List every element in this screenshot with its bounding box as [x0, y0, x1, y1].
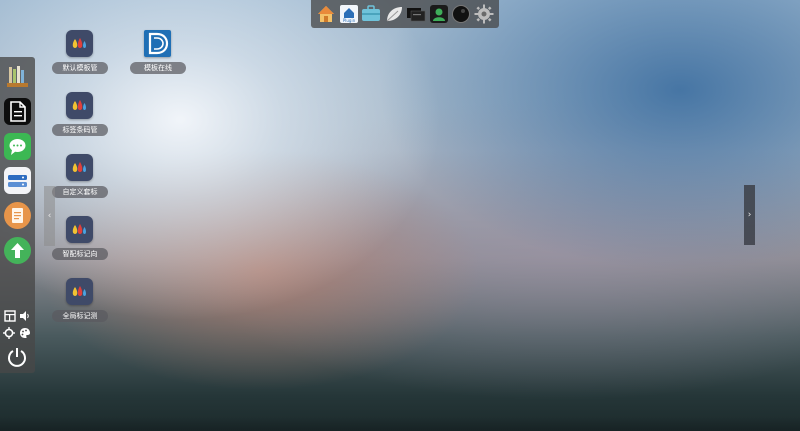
desktop-icon-label: 自定义套标	[52, 186, 108, 198]
next-page-button[interactable]: ›	[744, 185, 755, 245]
user-icon[interactable]	[429, 3, 449, 25]
drive-icon[interactable]	[4, 167, 31, 194]
color-drops-icon	[66, 92, 93, 119]
volume-icon[interactable]	[19, 310, 31, 322]
chat-icon[interactable]	[4, 133, 31, 160]
home-icon[interactable]	[316, 3, 336, 25]
moon-icon[interactable]	[451, 3, 471, 25]
layout-icon[interactable]	[4, 310, 16, 322]
color-drops-icon	[66, 216, 93, 243]
color-drops-icon	[66, 154, 93, 181]
desktop-icon-label-barcode[interactable]: 标签条码管	[50, 92, 110, 150]
power-icon[interactable]	[6, 346, 28, 368]
desktop-icon-template-online[interactable]: 模板在线	[128, 30, 188, 88]
color-drops-icon	[66, 278, 93, 305]
leaf-icon[interactable]	[384, 3, 404, 25]
color-drops-icon	[66, 30, 93, 57]
desktop-icon-default-template[interactable]: 默认模板管	[50, 30, 110, 88]
document-icon[interactable]	[4, 98, 31, 125]
desktop: Plugin 默认模板管 模板在线 标签条码管 自定义套标 智配标记向 全局标记…	[0, 0, 800, 431]
cards-icon[interactable]	[406, 3, 426, 25]
desktop-icon-label: 默认模板管	[52, 62, 108, 74]
plugin-icon[interactable]: Plugin	[339, 3, 359, 25]
toolbox-icon[interactable]	[361, 3, 381, 25]
d-logo-icon	[144, 30, 171, 57]
desktop-icon-label: 模板在线	[130, 62, 186, 74]
desktop-icon-label: 标签条码管	[52, 124, 108, 136]
library-icon[interactable]	[4, 63, 31, 90]
palette-icon[interactable]	[19, 327, 31, 339]
settings-icon[interactable]	[3, 327, 15, 339]
desktop-icon-global-marker[interactable]: 全局标记测	[50, 278, 110, 336]
prev-page-button[interactable]: ‹	[44, 186, 55, 246]
desktop-icon-smart-marker[interactable]: 智配标记向	[50, 216, 110, 274]
top-dock: Plugin	[311, 0, 499, 28]
desktop-icon-label: 全局标记测	[52, 310, 108, 322]
notes-icon[interactable]	[4, 202, 31, 229]
desktop-icon-custom-set[interactable]: 自定义套标	[50, 154, 110, 212]
left-sidebar	[0, 57, 35, 373]
upload-icon[interactable]	[4, 237, 31, 264]
gear-icon[interactable]	[474, 3, 494, 25]
desktop-icon-label: 智配标记向	[52, 248, 108, 260]
plugin-text: Plugin	[343, 18, 356, 23]
